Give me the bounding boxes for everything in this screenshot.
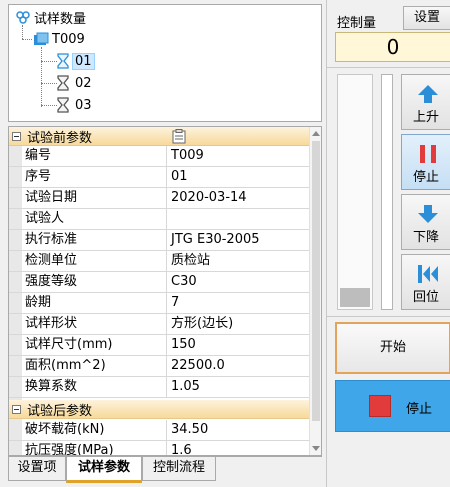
tree-root[interactable]: 试样数量 [15,7,89,27]
property-key: 抗压强度(MPa) [9,441,167,455]
left-panel: 试样数量 T009 01 02 03 试验前参数 编号 T009 序号 01 试… [0,0,326,487]
pause-button[interactable]: 停止 [401,134,450,190]
tree-sample-02[interactable]: 02 [57,73,95,93]
scroll-up-icon[interactable] [312,131,320,136]
property-key: 序号 [9,167,167,187]
property-key: 面积(mm^2) [9,356,167,376]
load-meter-fill [340,288,370,307]
tree-sample-label: 02 [75,75,92,91]
property-row[interactable]: 试验日期 2020-03-14 [9,188,311,209]
property-value[interactable]: 1.6 [167,441,311,455]
tab-control-flow[interactable]: 控制流程 [142,457,216,481]
property-key: 试验人 [9,209,167,229]
property-row[interactable]: 强度等级 C30 [9,272,311,293]
property-row[interactable]: 试样尺寸(mm) 150 [9,335,311,356]
collapse-icon[interactable] [12,131,21,141]
property-row[interactable]: 检测单位 质检站 [9,251,311,272]
property-key: 换算系数 [9,377,167,397]
property-key: 破坏载荷(kN) [9,420,167,440]
property-grid: 试验前参数 编号 T009 序号 01 试验日期 2020-03-14 试验人 执行标准 JTG… [8,126,322,456]
up-button-label: 上升 [412,110,439,125]
category-post-test[interactable]: 试验后参数 [9,400,311,419]
rewind-icon [418,265,438,283]
property-key: 试样尺寸(mm) [9,335,167,355]
return-button[interactable]: 回位 [401,254,450,310]
hourglass-sample-icon [57,75,69,91]
property-value[interactable]: 150 [167,335,311,355]
property-value[interactable]: C30 [167,272,311,292]
down-button-label: 下降 [412,230,439,245]
hourglass-sample-icon [57,97,69,113]
property-value[interactable]: 方形(边长) [167,314,311,334]
property-row[interactable]: 破坏载荷(kN) 34.50 [9,420,311,441]
tab-sample-params[interactable]: 试样参数 [66,457,142,483]
property-value[interactable]: 01 [167,167,311,187]
scroll-down-icon[interactable] [312,446,320,451]
tree-sample-label: 03 [75,97,92,113]
property-row[interactable]: 序号 01 [9,167,311,188]
return-button-label: 回位 [412,290,439,305]
bottom-tab-strip: 设置项 试样参数 控制流程 [8,456,322,487]
collapse-icon[interactable] [12,404,21,414]
property-key: 龄期 [9,293,167,313]
property-row[interactable]: 换算系数 1.05 [9,377,311,398]
folder-group-icon [34,32,49,45]
property-value[interactable]: 7 [167,293,311,313]
property-row[interactable]: 编号 T009 [9,146,311,167]
start-button[interactable]: 开始 [335,322,450,374]
property-key: 强度等级 [9,272,167,292]
grid-scrollbar[interactable] [309,127,321,455]
property-key: 编号 [9,146,167,166]
up-button[interactable]: 上升 [401,74,450,130]
pause-button-label: 停止 [412,170,439,185]
scroll-thumb[interactable] [312,141,320,421]
control-panel: 控制量 设置 0 上升 停止 下降 回位 开始 停止 [326,0,450,487]
hourglass-sample-icon [57,53,69,69]
property-row[interactable]: 试验人 [9,209,311,230]
property-value[interactable]: T009 [167,146,311,166]
control-value-display: 0 [335,32,450,62]
category-label: 试验后参数 [27,403,93,419]
property-key: 检测单位 [9,251,167,271]
tree-sample-03[interactable]: 03 [57,95,95,115]
property-key: 试样形状 [9,314,167,334]
property-value[interactable]: 1.05 [167,377,311,397]
category-pre-test[interactable]: 试验前参数 [9,127,311,146]
tree-root-label: 试样数量 [34,11,87,27]
property-row[interactable]: 抗压强度(MPa) 1.6 [9,441,311,455]
stop-square-icon [369,395,391,417]
samples-root-icon [16,11,30,24]
tree-group-node[interactable]: T009 [33,29,88,49]
control-quantity-label: 控制量 [337,16,377,31]
settings-button[interactable]: 设置 [403,6,450,30]
clipboard-icon [172,129,186,144]
property-row[interactable]: 面积(mm^2) 22500.0 [9,356,311,377]
property-value[interactable]: 质检站 [167,251,311,271]
property-value[interactable]: JTG E30-2005 [167,230,311,250]
tree-sample-label: 01 [72,52,95,70]
sample-tree: 试样数量 T009 01 02 03 [8,4,322,122]
property-row[interactable]: 执行标准 JTG E30-2005 [9,230,311,251]
category-label: 试验前参数 [27,130,93,146]
load-meter [337,74,373,310]
arrow-up-icon [418,85,438,103]
property-value[interactable]: 34.50 [167,420,311,440]
arrow-down-icon [418,205,438,223]
property-key: 试验日期 [9,188,167,208]
property-row[interactable]: 试样形状 方形(边长) [9,314,311,335]
tree-sample-01[interactable]: 01 [57,51,95,71]
property-value[interactable]: 2020-03-14 [167,188,311,208]
position-track[interactable] [381,74,393,310]
pause-icon [420,145,436,163]
property-value[interactable]: 22500.0 [167,356,311,376]
property-row[interactable]: 龄期 7 [9,293,311,314]
property-value[interactable] [167,209,311,229]
tree-group-label: T009 [52,31,85,47]
property-key: 执行标准 [9,230,167,250]
down-button[interactable]: 下降 [401,194,450,250]
tab-settings[interactable]: 设置项 [8,457,66,481]
stop-button[interactable]: 停止 [335,380,450,432]
stop-button-label: 停止 [406,402,433,417]
